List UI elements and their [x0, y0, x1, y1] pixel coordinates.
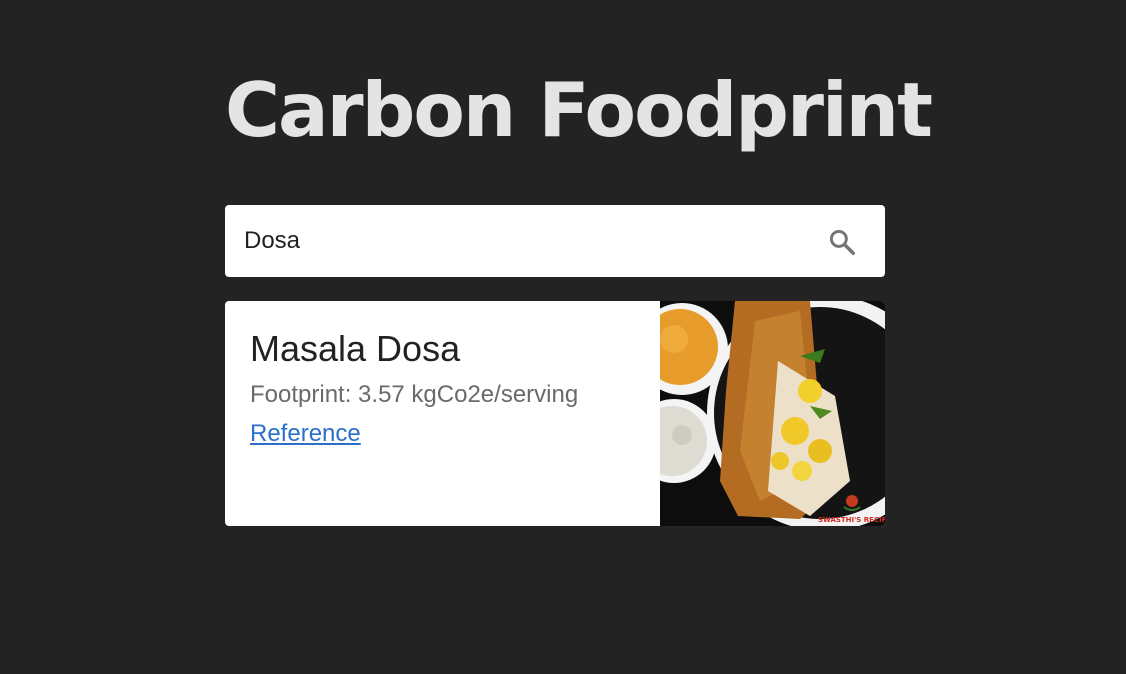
reference-link[interactable]: Reference — [250, 419, 361, 449]
result-card: Masala Dosa Footprint: 3.57 kgCo2e/servi… — [225, 301, 885, 526]
food-name: Masala Dosa — [250, 328, 461, 369]
footprint-value: Footprint: 3.57 kgCo2e/serving — [250, 381, 579, 408]
page-title: Carbon Foodprint — [225, 66, 933, 154]
page: Carbon Foodprint Masala Dosa Footprint: … — [0, 0, 1126, 674]
search-input[interactable] — [225, 205, 815, 277]
image-watermark: SWASTHI'S RECIPES — [818, 516, 885, 524]
search-button[interactable] — [820, 220, 864, 264]
dosa-image: SWASTHI'S RECIPES — [660, 301, 885, 526]
search-icon — [829, 229, 855, 255]
search-bar — [225, 205, 885, 277]
